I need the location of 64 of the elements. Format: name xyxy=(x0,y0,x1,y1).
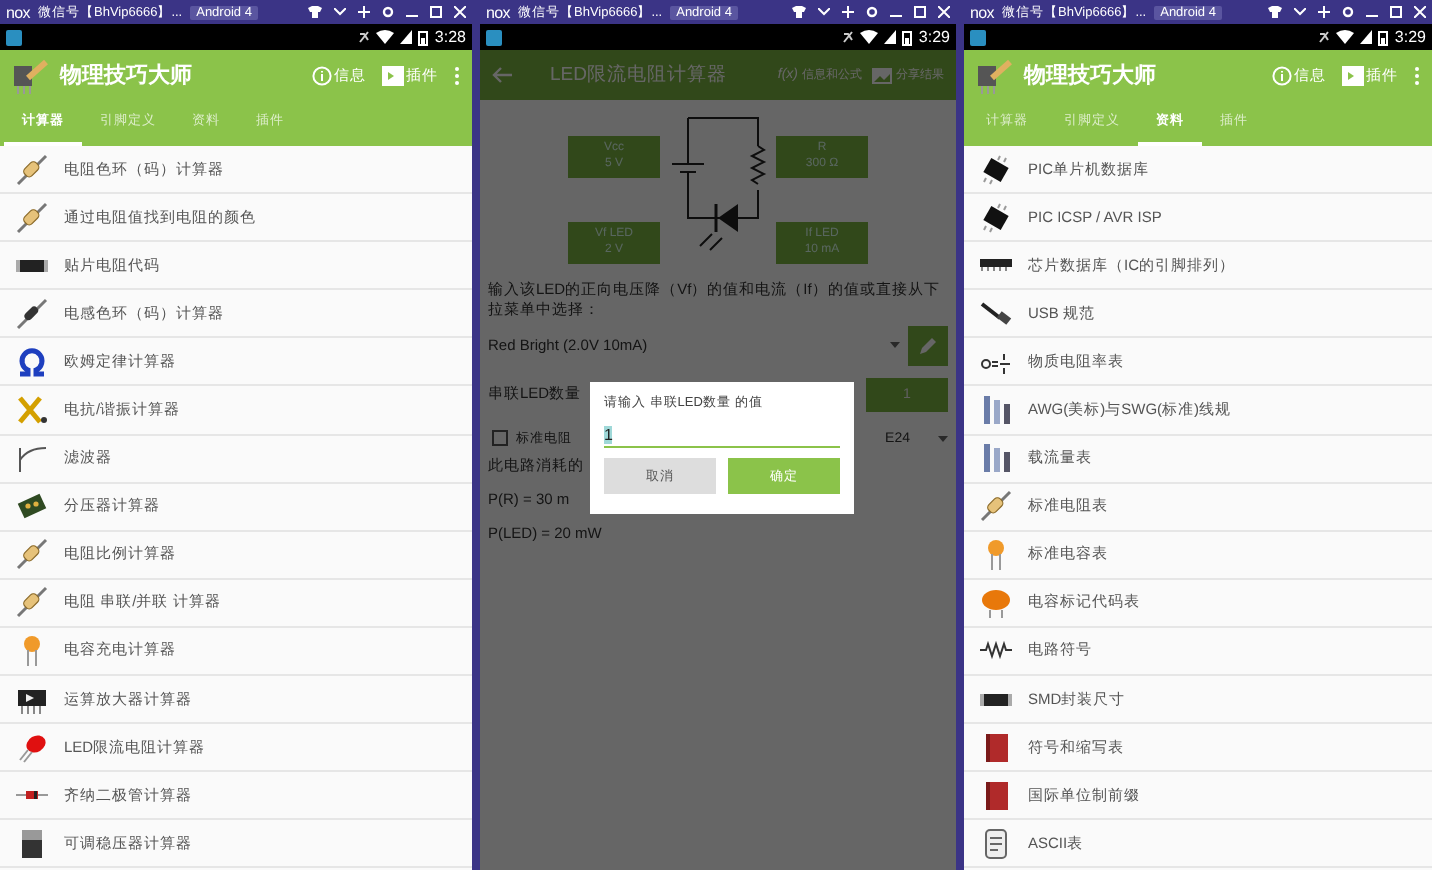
document-icon xyxy=(980,827,1012,860)
shirt-icon[interactable] xyxy=(792,6,806,18)
chevron-down-icon[interactable] xyxy=(818,8,830,16)
resistor-icon xyxy=(16,201,48,234)
wire-icon xyxy=(980,442,1012,475)
book-icon xyxy=(980,731,1012,764)
input-field[interactable]: 1 xyxy=(604,422,840,448)
resistor-icon xyxy=(16,153,48,186)
circuit-schematic-drawing xyxy=(668,114,768,254)
emulator-logo: nox xyxy=(486,3,510,21)
app-logo-icon xyxy=(12,57,48,93)
book-icon xyxy=(980,779,1012,812)
dropdown-caret-icon[interactable] xyxy=(938,435,948,441)
signal-icon xyxy=(1360,30,1373,44)
emulator-logo: nox xyxy=(970,3,994,21)
app-title: 物理技巧大师 xyxy=(60,61,192,90)
regulator-icon xyxy=(16,827,48,860)
chip-icon xyxy=(980,153,1012,186)
close-icon[interactable] xyxy=(938,6,950,18)
close-icon[interactable] xyxy=(1414,6,1426,18)
maximize-icon[interactable] xyxy=(914,6,926,18)
battery-icon xyxy=(902,29,913,45)
notification-app-icon xyxy=(6,29,22,45)
resistor-icon xyxy=(980,490,1012,523)
wire-icon xyxy=(980,394,1012,427)
wifi-icon xyxy=(860,30,879,44)
maximize-icon[interactable] xyxy=(1390,6,1402,18)
status-time: 3:28 xyxy=(434,28,466,46)
app-logo-icon xyxy=(976,57,1012,93)
chevron-down-icon[interactable] xyxy=(1294,8,1306,16)
notification-app-icon xyxy=(970,29,986,45)
resistor-icon xyxy=(16,538,48,571)
omega-icon xyxy=(16,345,48,378)
inductor-icon xyxy=(16,297,48,330)
chevron-down-icon[interactable] xyxy=(334,8,346,16)
dropdown-caret-icon[interactable] xyxy=(890,342,900,348)
wifi-icon xyxy=(376,30,395,44)
chip-icon xyxy=(980,258,1012,273)
signal-icon xyxy=(400,30,413,44)
notification-app-icon xyxy=(486,29,502,45)
battery-icon xyxy=(418,29,429,45)
wifi-icon xyxy=(1336,30,1355,44)
signal-icon xyxy=(884,30,897,44)
led-icon xyxy=(16,731,48,764)
resistor-icon xyxy=(16,586,48,619)
app-title: 物理技巧大师 xyxy=(1024,61,1156,90)
shirt-icon[interactable] xyxy=(308,6,322,18)
mute-icon xyxy=(358,30,371,44)
screen-title: LED限流电阻计算器 xyxy=(550,62,727,88)
diode-icon xyxy=(16,790,48,801)
mute-icon xyxy=(1318,30,1331,44)
close-icon[interactable] xyxy=(454,6,466,18)
filter-curve-icon xyxy=(16,442,48,475)
checkbox[interactable] xyxy=(492,430,508,446)
shirt-icon[interactable] xyxy=(1268,6,1282,18)
mute-icon xyxy=(842,30,855,44)
status-time: 3:29 xyxy=(1394,28,1426,46)
maximize-icon[interactable] xyxy=(430,6,442,18)
cross-icon xyxy=(16,394,48,427)
status-time: 3:29 xyxy=(918,28,950,46)
usb-plug-icon xyxy=(980,297,1012,330)
battery-icon xyxy=(1378,29,1389,45)
capacitor-icon xyxy=(980,586,1012,619)
emulator-logo: nox xyxy=(6,3,30,21)
